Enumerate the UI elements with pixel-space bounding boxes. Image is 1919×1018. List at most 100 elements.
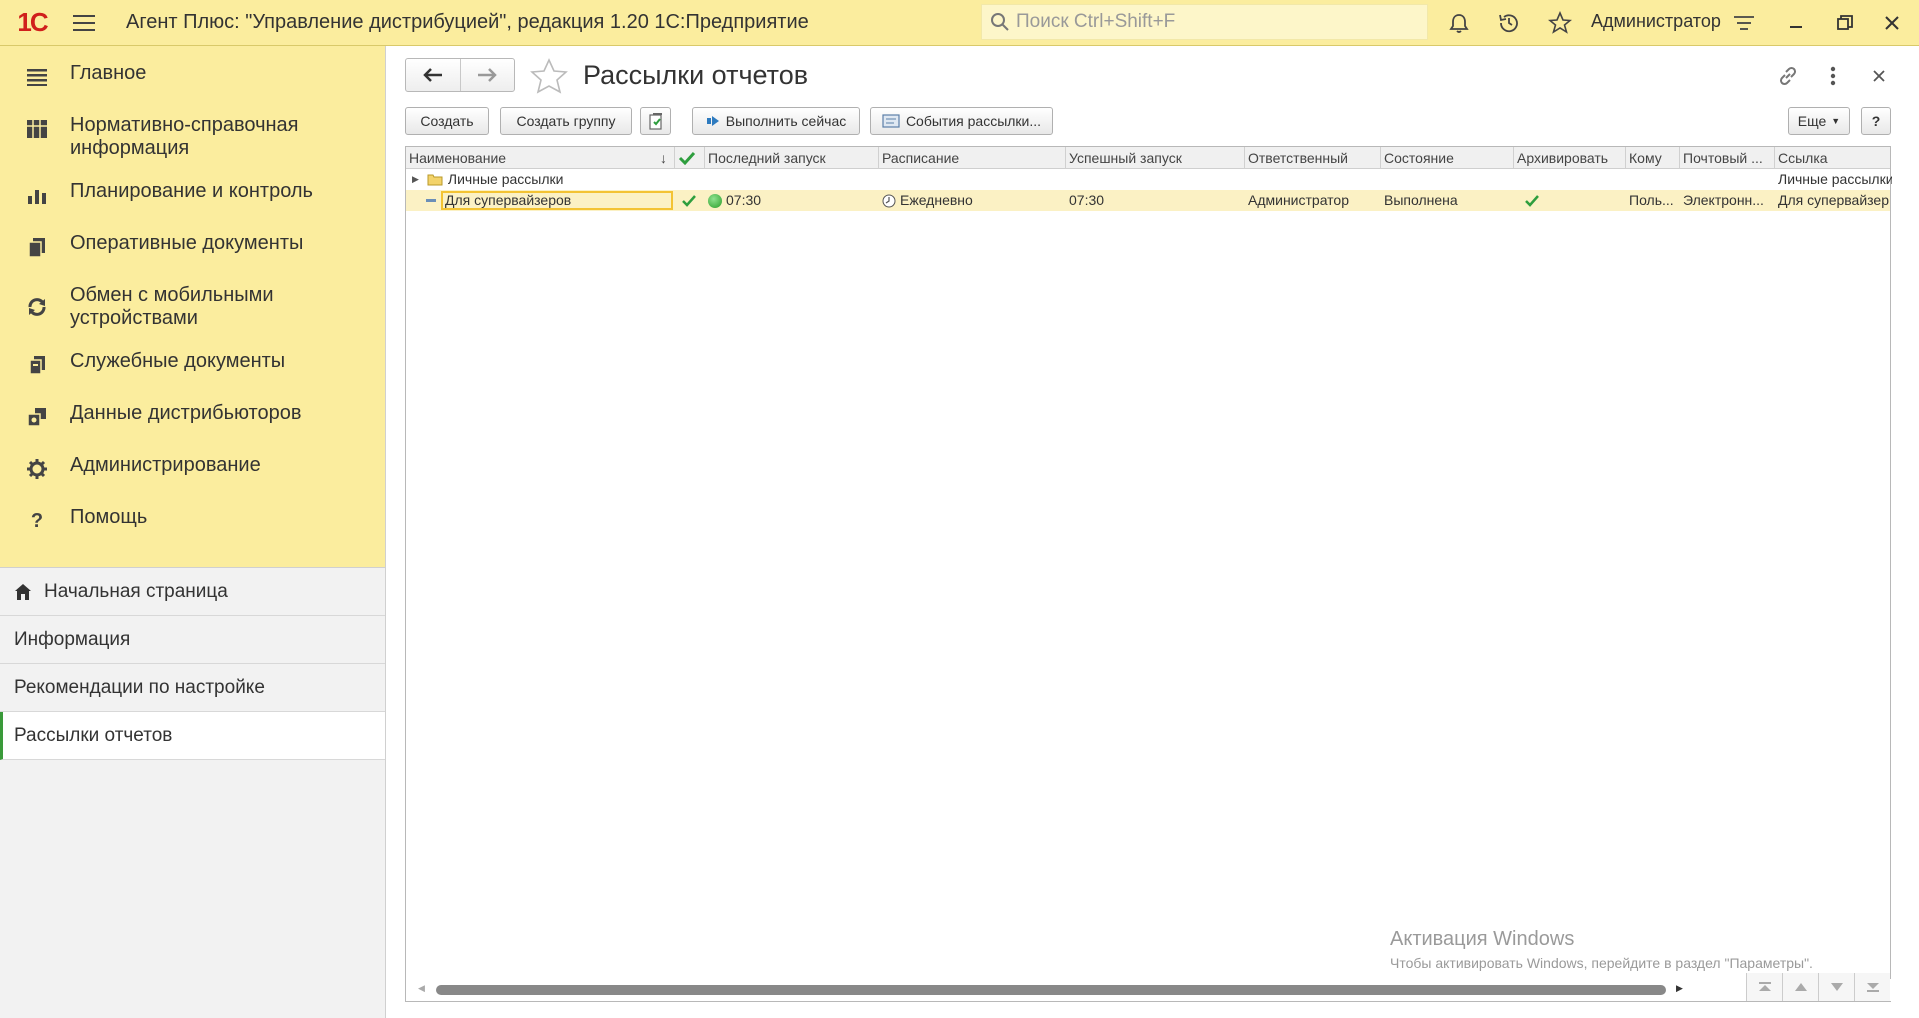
group-link-cell: Личные рассылки [1778, 171, 1892, 187]
expand-triangle-icon[interactable]: ▶ [412, 169, 419, 190]
section-service-docs[interactable]: Служебные документы [0, 340, 385, 392]
sort-down-icon: ↓ [660, 150, 667, 166]
open-window-recommendations[interactable]: Рекомендации по настройке [0, 664, 385, 712]
section-main[interactable]: Главное [0, 52, 385, 104]
link-cell: Для супервайзер [1778, 192, 1889, 208]
scroll-up-icon[interactable] [1782, 973, 1818, 1001]
chart-bars-icon [24, 182, 50, 208]
service-docs-icon [24, 352, 50, 378]
last-run-cell: 07:30 [705, 190, 879, 211]
run-now-button[interactable]: Выполнить сейчас [692, 107, 860, 135]
status-green-dot-icon [708, 193, 722, 208]
notifications-bell-icon[interactable] [1444, 8, 1474, 38]
item-marker-icon [426, 199, 436, 202]
more-vertical-icon[interactable] [1819, 62, 1847, 90]
history-nav [405, 58, 515, 92]
enabled-check-icon [675, 190, 705, 211]
minimize-icon[interactable] [1781, 8, 1811, 38]
create-group-button[interactable]: Создать группу [500, 107, 632, 135]
scroll-thumb[interactable] [436, 985, 1666, 995]
section-label: Помощь [70, 506, 148, 528]
more-label: Еще [1797, 113, 1827, 129]
create-button[interactable]: Создать [405, 107, 489, 135]
column-header-state[interactable]: Состояние [1381, 147, 1514, 169]
open-window-home[interactable]: Начальная страница [0, 568, 385, 616]
documents-icon [24, 234, 50, 260]
distributor-data-icon [24, 404, 50, 430]
app-logo[interactable]: 1С [0, 0, 64, 46]
column-header-to[interactable]: Кому [1626, 147, 1680, 169]
back-button[interactable] [406, 59, 461, 91]
section-label: Главное [70, 62, 147, 84]
favorite-star-icon[interactable] [529, 58, 569, 97]
section-reference-info[interactable]: Нормативно-справочная информация [0, 104, 385, 170]
mailing-events-button[interactable]: События рассылки... [870, 107, 1053, 135]
column-header-mail[interactable]: Почтовый ... [1680, 147, 1775, 169]
scroll-down-icon[interactable] [1818, 973, 1854, 1001]
menu-lines-icon [24, 64, 50, 90]
title-bar: 1С Агент Плюс: "Управление дистрибуцией"… [0, 0, 1919, 46]
app-title: Агент Плюс: "Управление дистрибуцией", р… [126, 11, 809, 33]
open-window-info[interactable]: Информация [0, 616, 385, 664]
column-header-link[interactable]: Ссылка [1775, 147, 1892, 169]
column-header-schedule[interactable]: Расписание [879, 147, 1066, 169]
group-name: Личные рассылки [447, 171, 564, 187]
search-input[interactable] [1016, 11, 1416, 33]
current-cell[interactable]: Для супервайзеров [441, 191, 673, 210]
restore-window-icon[interactable] [1830, 8, 1860, 38]
open-window-report-mailings[interactable]: Рассылки отчетов [0, 712, 385, 760]
settings-lines-icon[interactable] [1729, 8, 1759, 38]
section-help[interactable]: ? Помощь [0, 496, 385, 548]
section-distributor-data[interactable]: Данные дистрибьюторов [0, 392, 385, 444]
section-operational-docs[interactable]: Оперативные документы [0, 222, 385, 274]
scroll-bottom-icon[interactable] [1854, 973, 1890, 1001]
horizontal-scrollbar[interactable]: ◀ ▶ [406, 979, 1892, 1001]
check-icon [678, 151, 696, 168]
more-button[interactable]: Еще ▼ [1788, 107, 1850, 135]
favorites-star-icon[interactable] [1545, 8, 1575, 38]
column-header-last-run[interactable]: Последний запуск [705, 147, 879, 169]
copy-button[interactable] [640, 107, 671, 135]
scroll-right-icon[interactable]: ▶ [1676, 983, 1683, 994]
open-window-label: Рекомендации по настройке [14, 676, 265, 698]
main-menu-icon[interactable] [64, 0, 104, 46]
current-user[interactable]: Администратор [1591, 11, 1721, 32]
table-row[interactable]: Для супервайзеров 07:30 Ежедневно 07:30 … [406, 190, 1890, 211]
history-icon[interactable] [1494, 8, 1524, 38]
column-header-success-run[interactable]: Успешный запуск [1066, 147, 1245, 169]
windows-activation-watermark: Активация Windows Чтобы активировать Win… [1390, 928, 1813, 971]
column-header-enabled[interactable] [675, 147, 705, 169]
close-window-icon[interactable] [1877, 8, 1907, 38]
section-label: Данные дистрибьюторов [70, 402, 302, 424]
mail-cell: Электронн... [1683, 192, 1764, 208]
link-icon[interactable] [1774, 62, 1802, 90]
scroll-left-icon[interactable]: ◀ [418, 983, 425, 994]
row-nav-buttons [1746, 973, 1890, 1001]
mailings-table[interactable]: Наименование ↓ Последний запуск Расписани… [405, 146, 1892, 1002]
group-name-cell[interactable]: ▶ Личные рассылки [406, 169, 675, 190]
sync-icon [24, 294, 50, 320]
sidebar: Главное Нормативно-справочная информация… [0, 46, 386, 1018]
column-header-responsible[interactable]: Ответственный [1245, 147, 1381, 169]
row-name-cell[interactable]: Для супервайзеров [406, 190, 675, 211]
section-label: Оперативные документы [70, 232, 304, 254]
search-icon [991, 13, 1009, 31]
arrow-left-icon [422, 68, 442, 82]
search-box[interactable] [981, 4, 1428, 40]
table-row-group[interactable]: ▶ Личные рассылки Личные рассылки [406, 169, 1892, 190]
open-window-label: Информация [14, 628, 131, 650]
home-icon [14, 583, 32, 601]
close-form-icon[interactable] [1865, 62, 1893, 90]
help-button[interactable]: ? [1861, 107, 1891, 135]
scroll-track[interactable] [436, 985, 1666, 995]
section-label: Обмен с мобильными устройствами [70, 284, 274, 329]
catalog-icon [24, 116, 50, 142]
scroll-top-icon[interactable] [1746, 973, 1782, 1001]
section-administration[interactable]: Администрирование [0, 444, 385, 496]
section-mobile-exchange[interactable]: Обмен с мобильными устройствами [0, 274, 385, 340]
forward-button[interactable] [461, 59, 515, 91]
column-header-archive[interactable]: Архивировать [1514, 147, 1626, 169]
archive-check-icon [1514, 190, 1626, 211]
column-header-name[interactable]: Наименование ↓ [406, 147, 675, 169]
section-planning[interactable]: Планирование и контроль [0, 170, 385, 222]
